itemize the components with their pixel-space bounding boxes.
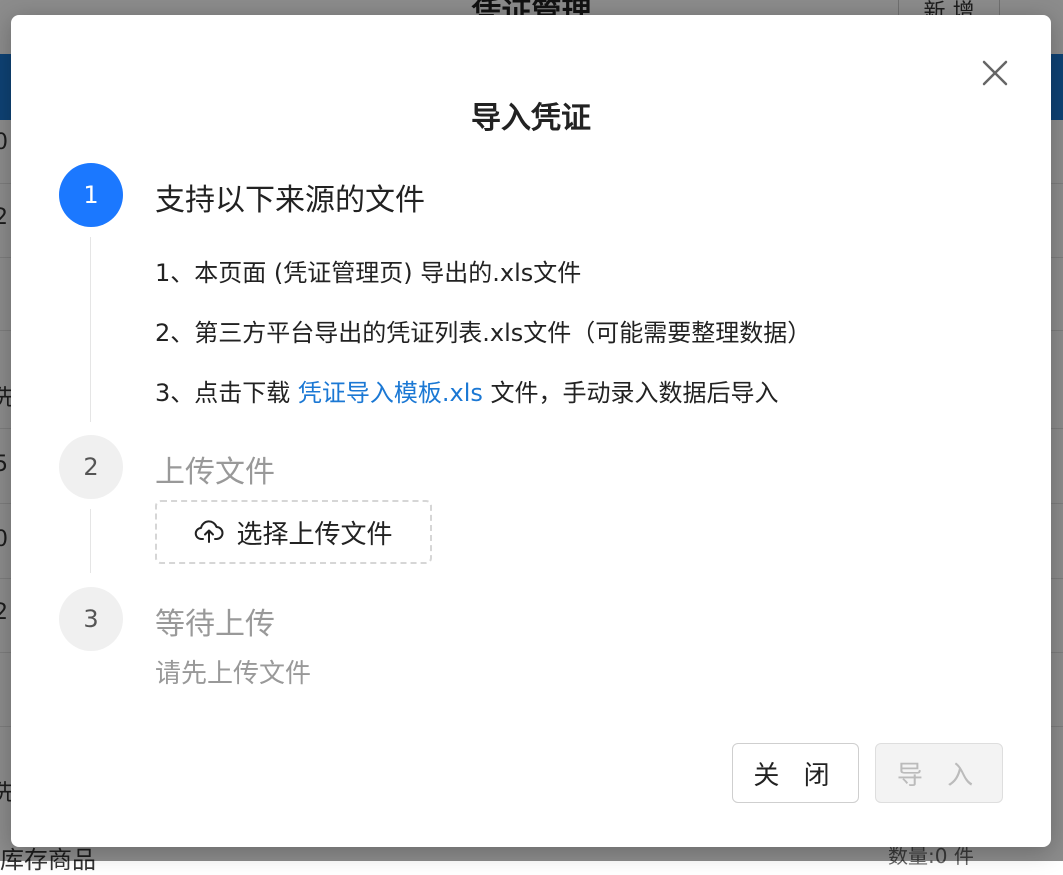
close-icon (982, 60, 1008, 86)
step-1-indicator: 1 (59, 163, 123, 227)
import-button[interactable]: 导 入 (875, 743, 1003, 803)
step-1-title: 支持以下来源的文件 (155, 183, 425, 218)
source-item-3-prefix: 3、点击下载 (155, 379, 298, 407)
step-connector (90, 237, 91, 422)
dialog-close-button[interactable] (977, 55, 1013, 91)
select-upload-file-button[interactable]: 选择上传文件 (155, 500, 432, 564)
close-button[interactable]: 关 闭 (732, 743, 859, 803)
step-3-title: 等待上传 (155, 607, 275, 642)
cloud-upload-icon (195, 520, 224, 543)
waiting-upload-hint: 请先上传文件 (155, 659, 312, 689)
dialog-title: 导入凭证 (471, 101, 591, 136)
step-3-indicator: 3 (59, 587, 123, 651)
source-item-1: 1、本页面 (凭证管理页) 导出的.xls文件 (155, 259, 582, 287)
source-item-3-suffix: 文件，手动录入数据后导入 (482, 379, 779, 407)
step-2-title: 上传文件 (155, 455, 275, 490)
step-connector (90, 509, 91, 573)
upload-button-label: 选择上传文件 (236, 519, 393, 550)
source-item-3: 3、点击下载 凭证导入模板.xls 文件，手动录入数据后导入 (155, 373, 779, 408)
import-voucher-dialog: 导入凭证 1 支持以下来源的文件 1、本页面 (凭证管理页) 导出的.xls文件… (11, 15, 1051, 847)
source-item-2: 2、第三方平台导出的凭证列表.xls文件（可能需要整理数据） (155, 319, 812, 347)
step-2-indicator: 2 (59, 435, 123, 499)
download-template-link[interactable]: 凭证导入模板.xls (298, 379, 483, 407)
